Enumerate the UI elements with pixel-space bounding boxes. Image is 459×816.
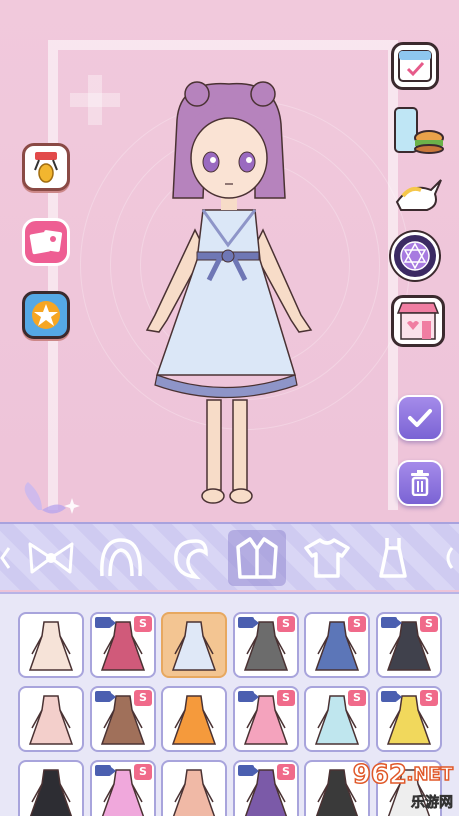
clothing-item[interactable] xyxy=(18,612,84,678)
video-ad-icon xyxy=(381,617,402,628)
watermark-sub: 乐游网 xyxy=(411,795,454,812)
clothing-item[interactable]: S xyxy=(233,686,299,752)
garment-icon xyxy=(28,695,74,745)
hexagram-icon xyxy=(400,241,430,271)
video-ad-icon xyxy=(95,691,116,702)
category-coat[interactable] xyxy=(228,530,286,586)
video-ad-icon xyxy=(238,617,259,628)
video-ad-icon xyxy=(238,765,259,776)
scroll-right-icon[interactable] xyxy=(442,546,459,570)
photos-icon xyxy=(29,230,63,255)
clothing-item[interactable] xyxy=(161,760,227,816)
premium-badge: S xyxy=(420,616,438,632)
clothing-item[interactable] xyxy=(18,760,84,816)
premium-badge: S xyxy=(420,690,438,706)
calendar-checkin-button[interactable] xyxy=(391,42,439,90)
premium-badge: S xyxy=(277,764,295,780)
coat-icon xyxy=(236,537,278,579)
scroll-left-icon[interactable] xyxy=(0,546,10,570)
category-bow[interactable] xyxy=(22,530,80,586)
shirt-icon xyxy=(304,538,350,578)
clothing-item[interactable]: S xyxy=(376,612,442,678)
watermark-suffix: .NET xyxy=(406,763,454,786)
video-ad-icon xyxy=(238,691,259,702)
site-watermark: 962 .NET 乐游网 xyxy=(337,758,455,812)
burger-drink-icon xyxy=(394,107,444,154)
premium-badge: S xyxy=(277,616,295,632)
calendar-check-icon xyxy=(398,50,432,82)
store-button[interactable] xyxy=(391,295,445,347)
magic-circle-button[interactable] xyxy=(391,232,439,280)
star-badge-icon xyxy=(32,301,60,329)
plus-decoration xyxy=(70,75,120,125)
claw-machine-icon xyxy=(34,152,58,183)
watermark-number: 962 xyxy=(352,759,408,791)
category-dress[interactable] xyxy=(364,530,422,586)
butterfly-decoration xyxy=(24,482,80,514)
delete-button[interactable] xyxy=(397,460,443,506)
bow-icon xyxy=(28,542,74,574)
category-hair-back[interactable] xyxy=(160,530,218,586)
hair-back-icon xyxy=(174,539,208,580)
clothing-item[interactable]: S xyxy=(233,760,299,816)
unicorn-pet-button[interactable] xyxy=(391,172,445,216)
clothing-item[interactable]: S xyxy=(90,760,156,816)
clothing-item[interactable]: S xyxy=(90,686,156,752)
clothing-item[interactable]: S xyxy=(233,612,299,678)
shop-icon xyxy=(396,302,440,340)
trash-icon xyxy=(411,470,429,496)
premium-badge: S xyxy=(277,690,295,706)
clothing-item[interactable]: S xyxy=(90,612,156,678)
clothing-item[interactable]: S xyxy=(304,686,370,752)
video-ad-icon xyxy=(95,617,116,628)
clothing-item[interactable] xyxy=(161,686,227,752)
premium-badge: S xyxy=(348,616,366,632)
garment-icon xyxy=(29,769,73,816)
premium-badge: S xyxy=(134,764,152,780)
garment-icon xyxy=(28,621,74,671)
dress-icon xyxy=(379,538,407,578)
photo-album-button[interactable] xyxy=(22,218,70,266)
category-bar xyxy=(0,522,459,590)
hair-front-icon xyxy=(100,538,142,577)
achievements-button[interactable] xyxy=(22,291,70,339)
clothing-item[interactable]: S xyxy=(304,612,370,678)
video-ad-icon xyxy=(95,765,116,776)
premium-badge: S xyxy=(348,690,366,706)
clothing-item[interactable]: S xyxy=(376,686,442,752)
garment-icon xyxy=(171,621,217,671)
category-shirt[interactable] xyxy=(298,530,356,586)
garment-icon xyxy=(171,695,217,745)
gacha-machine-button[interactable] xyxy=(22,143,70,191)
clothing-item[interactable] xyxy=(18,686,84,752)
unicorn-icon xyxy=(395,179,442,211)
character-doll xyxy=(145,81,313,504)
checkmark-icon xyxy=(408,409,432,427)
confirm-button[interactable] xyxy=(397,395,443,441)
category-hair-front[interactable] xyxy=(92,530,150,586)
video-ad-icon xyxy=(381,691,402,702)
garment-icon xyxy=(172,769,216,816)
premium-badge: S xyxy=(134,616,152,632)
clothing-item[interactable] xyxy=(161,612,227,678)
food-shop-button[interactable] xyxy=(391,104,445,158)
premium-badge: S xyxy=(134,690,152,706)
